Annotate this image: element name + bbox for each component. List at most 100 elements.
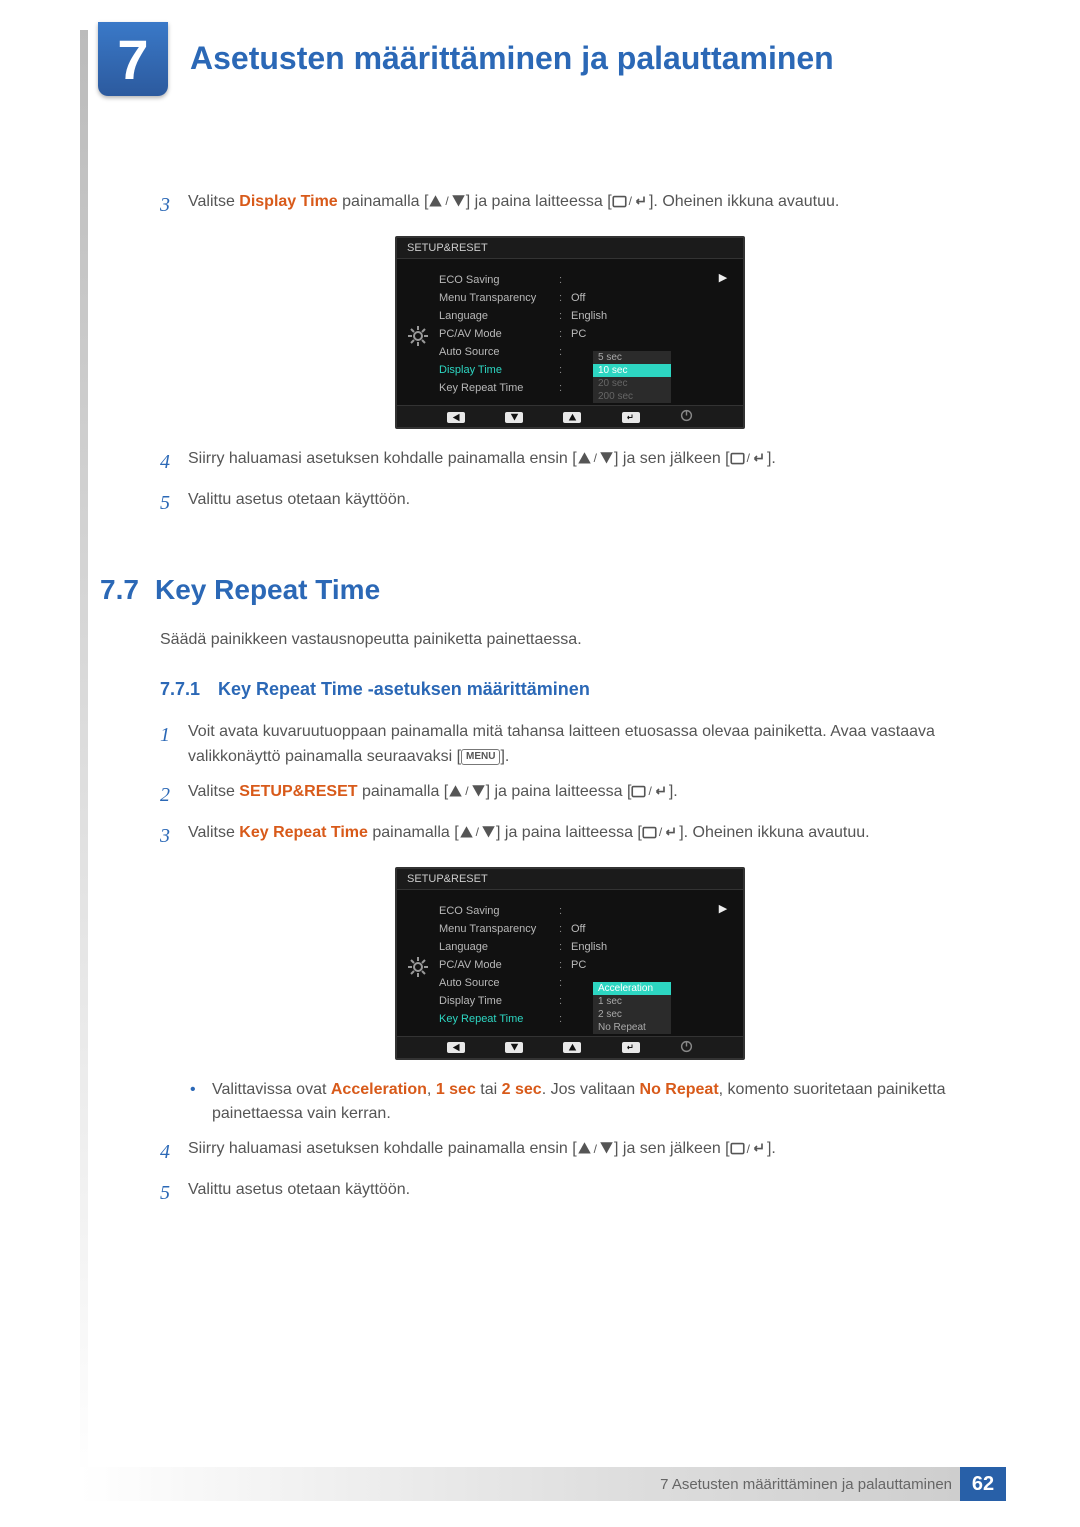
step-text: Valitse Key Repeat Time painamalla [/] j… <box>188 821 980 852</box>
footer-chapter: 7 Asetusten määrittäminen ja palauttamin… <box>660 1476 952 1493</box>
text: ] ja sen jälkeen [ <box>614 450 730 467</box>
highlight: SETUP&RESET <box>239 783 357 800</box>
osd-row: Menu Transparency:Off <box>439 289 743 307</box>
osd-colon: : <box>559 941 571 953</box>
osd-row: Menu Transparency:Off <box>439 920 743 938</box>
step-number: 2 <box>160 780 188 811</box>
osd-row: Language:English <box>439 938 743 956</box>
osd-colon: : <box>559 346 571 358</box>
text: Siirry haluamasi asetuksen kohdalle pain… <box>188 450 577 467</box>
osd-title: SETUP&RESET <box>397 869 743 890</box>
osd-row-value: English <box>571 941 607 953</box>
step-text: Valitse SETUP&RESET painamalla [/] ja pa… <box>188 780 980 811</box>
footer-page-number: 62 <box>960 1467 1006 1501</box>
text: ]. <box>767 450 776 467</box>
step-row: 3 Valitse Key Repeat Time painamalla [/]… <box>160 821 980 852</box>
osd-option: Acceleration <box>593 982 671 995</box>
osd-colon: : <box>559 292 571 304</box>
bullet-row: • Valittavissa ovat Acceleration, 1 sec … <box>190 1078 980 1128</box>
side-gradient <box>80 30 88 1485</box>
right-arrow-icon: ▶ <box>713 271 733 284</box>
step-row: 4 Siirry haluamasi asetuksen kohdalle pa… <box>160 1137 980 1168</box>
text: ]. Oheinen ikkuna avautuu. <box>679 824 869 841</box>
highlight: No Repeat <box>640 1081 719 1098</box>
page-content: 3 Valitse Display Time painamalla [/] ja… <box>160 190 980 1219</box>
osd-row: ECO Saving: <box>439 271 743 289</box>
step-row: 5 Valittu asetus otetaan käyttöön. <box>160 488 980 519</box>
osd-row-label: PC/AV Mode <box>439 328 559 340</box>
osd-row-value: PC <box>571 959 586 971</box>
osd-option: 5 sec <box>593 351 671 364</box>
text: Valitse <box>188 193 239 210</box>
osd-row-label: Menu Transparency <box>439 292 559 304</box>
section-description: Säädä painikkeen vastausnopeutta painike… <box>160 631 980 649</box>
osd-row-value: PC <box>571 328 586 340</box>
text: ] ja paina laitteessa [ <box>496 824 642 841</box>
osd-row-label: Language <box>439 310 559 322</box>
section-heading: 7.7 Key Repeat Time <box>160 574 980 606</box>
step-text: Voit avata kuvaruutuoppaan painamalla mi… <box>188 720 980 770</box>
text: painamalla [ <box>358 783 449 800</box>
nav-down-icon <box>505 1042 523 1053</box>
osd-row-label: PC/AV Mode <box>439 959 559 971</box>
text: Valitse <box>188 824 239 841</box>
osd-row-label: Menu Transparency <box>439 923 559 935</box>
osd-nav <box>397 405 743 427</box>
osd-row-label: Auto Source <box>439 346 559 358</box>
step-number: 3 <box>160 821 188 852</box>
step-text: Valittu asetus otetaan käyttöön. <box>188 1178 980 1209</box>
updown-icon: / <box>577 1140 614 1159</box>
menu-button-label: MENU <box>461 749 500 765</box>
step-number: 4 <box>160 447 188 478</box>
select-enter-icon: / <box>631 782 668 801</box>
osd-colon: : <box>559 364 571 376</box>
step-number: 4 <box>160 1137 188 1168</box>
highlight: Display Time <box>239 193 337 210</box>
text: ]. <box>500 748 509 765</box>
osd-option: 2 sec <box>593 1008 671 1021</box>
text: ]. <box>767 1140 776 1157</box>
subsection-number: 7.7.1 <box>160 679 218 700</box>
text: , <box>427 1081 436 1098</box>
osd-row-label: ECO Saving <box>439 274 559 286</box>
nav-up-icon <box>563 412 581 423</box>
osd-screenshot-key-repeat: SETUP&RESET ECO Saving:Menu Transparency… <box>395 867 745 1060</box>
osd-title: SETUP&RESET <box>397 238 743 259</box>
power-icon <box>680 1040 693 1056</box>
osd-row-value: Off <box>571 292 585 304</box>
osd-colon: : <box>559 995 571 1007</box>
text: . Jos valitaan <box>542 1081 640 1098</box>
osd-row: Auto Source: <box>439 974 743 992</box>
text: painamalla [ <box>368 824 459 841</box>
osd-row-label: Auto Source <box>439 977 559 989</box>
text: Valitse <box>188 783 239 800</box>
osd-row-label: Display Time <box>439 364 559 376</box>
osd-screenshot-display-time: SETUP&RESET ECO Saving:Menu Transparency… <box>395 236 745 429</box>
bullet-icon: • <box>190 1078 212 1128</box>
step-number: 3 <box>160 190 188 221</box>
select-enter-icon: / <box>730 449 767 468</box>
osd-colon: : <box>559 274 571 286</box>
step-row: 4 Siirry haluamasi asetuksen kohdalle pa… <box>160 447 980 478</box>
nav-enter-icon <box>622 412 640 423</box>
osd-row-label: Key Repeat Time <box>439 1013 559 1025</box>
osd-row: Language:English <box>439 307 743 325</box>
step-row: 2 Valitse SETUP&RESET painamalla [/] ja … <box>160 780 980 811</box>
osd-body: ECO Saving:Menu Transparency:OffLanguage… <box>397 259 743 405</box>
text: ] ja sen jälkeen [ <box>614 1140 730 1157</box>
osd-options: 5 sec10 sec20 sec200 sec <box>593 351 671 403</box>
nav-enter-icon <box>622 1042 640 1053</box>
osd-list: ECO Saving:Menu Transparency:OffLanguage… <box>439 898 743 1036</box>
text: ]. <box>669 783 678 800</box>
section-title: Key Repeat Time <box>155 574 380 606</box>
text: ] ja paina laitteessa [ <box>466 193 612 210</box>
step-row: 1 Voit avata kuvaruutuoppaan painamalla … <box>160 720 980 770</box>
osd-colon: : <box>559 923 571 935</box>
updown-icon: / <box>448 782 485 801</box>
step-text: Siirry haluamasi asetuksen kohdalle pain… <box>188 447 980 478</box>
nav-down-icon <box>505 412 523 423</box>
highlight: 2 sec <box>502 1081 542 1098</box>
select-enter-icon: / <box>642 823 679 842</box>
osd-nav <box>397 1036 743 1058</box>
osd-row-label: Display Time <box>439 995 559 1007</box>
